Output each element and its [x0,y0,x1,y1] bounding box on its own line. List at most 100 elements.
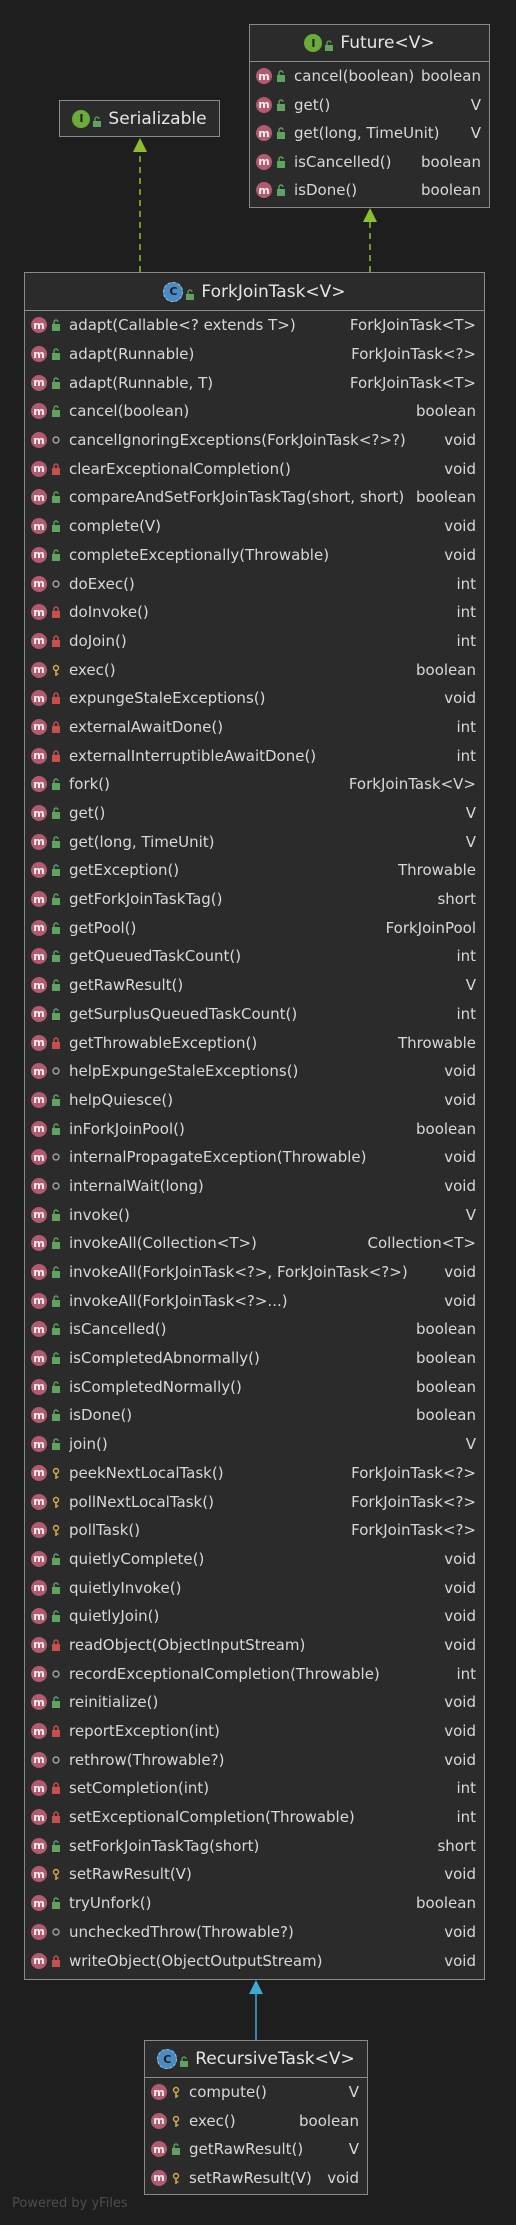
member-row[interactable]: m invokeAll(Collection<T>) Collection<T> [25,1229,484,1258]
protected-visibility-icon [170,2114,182,2128]
member-row[interactable]: m adapt(Runnable) ForkJoinTask<?> [25,340,484,369]
member-row[interactable]: m rethrow(Throwable?) void [25,1745,484,1774]
member-row[interactable]: m invokeAll(ForkJoinTask<?>...) void [25,1286,484,1315]
member-name: adapt(Runnable) [69,345,195,364]
member-row[interactable]: m reportException(int) void [25,1717,484,1746]
method-icon: m [31,1321,47,1338]
member-row[interactable]: m getForkJoinTaskTag() short [25,885,484,914]
member-row[interactable]: m exec() boolean [145,2107,367,2136]
member-row[interactable]: m getRawResult() V [25,971,484,1000]
member-type: ForkJoinTask<?> [351,345,476,364]
method-icon: m [31,718,47,735]
member-type: int [456,746,476,765]
member-row[interactable]: m isCancelled() boolean [250,148,489,177]
member-row[interactable]: m readObject(ObjectInputStream) void [25,1631,484,1660]
member-row[interactable]: m getThrowableException() Throwable [25,1028,484,1057]
member-row[interactable]: m quietlyInvoke() void [25,1573,484,1602]
member-row[interactable]: m compute() V [145,2078,367,2107]
member-row[interactable]: m isCancelled() boolean [25,1315,484,1344]
member-row[interactable]: m adapt(Callable<? extends T>) ForkJoinTas… [25,311,484,340]
member-row[interactable]: m setRawResult(V) void [145,2164,367,2193]
member-row[interactable]: m quietlyJoin() void [25,1602,484,1631]
member-name: cancel(boolean) [294,67,414,86]
member-row[interactable]: m internalPropagateException(Throwable) vo… [25,1143,484,1172]
member-row[interactable]: m quietlyComplete() void [25,1545,484,1574]
member-row[interactable]: m invoke() V [25,1200,484,1229]
member-row[interactable]: m cancelIgnoringExceptions(ForkJoinTask<?… [25,426,484,455]
member-row[interactable]: m get(long, TimeUnit) V [25,827,484,856]
method-icon: m [31,948,47,965]
member-row[interactable]: m exec() boolean [25,655,484,684]
method-icon: m [31,1550,47,1567]
protected-visibility-icon [50,663,62,677]
recursivetask-class[interactable]: C RecursiveTask<V> m compute() Vm exec() boo… [144,2040,368,2195]
member-row[interactable]: m complete(V) void [25,512,484,541]
member-row[interactable]: m getException() Throwable [25,856,484,885]
member-row[interactable]: m compareAndSetForkJoinTaskTag(short, sho… [25,483,484,512]
member-row[interactable]: m join() V [25,1430,484,1459]
member-row[interactable]: m get(long, TimeUnit) V [250,119,489,148]
member-row[interactable]: m get() V [25,799,484,828]
serializable-interface[interactable]: I Serializable [59,100,220,137]
method-icon: m [31,1034,47,1051]
member-row[interactable]: m adapt(Runnable, T) ForkJoinTask<T> [25,368,484,397]
member-row[interactable]: m helpQuiesce() void [25,1086,484,1115]
method-icon: m [31,604,47,621]
forkjointask-class[interactable]: C ForkJoinTask<V> m adapt(Callable<? exte… [24,272,485,1980]
member-row[interactable]: m pollNextLocalTask() ForkJoinTask<?> [25,1487,484,1516]
future-interface[interactable]: I Future<V> m cancel(boolean) boolean m get(… [249,24,490,208]
member-row[interactable]: m setExceptionalCompletion(Throwable) int [25,1803,484,1832]
method-icon: m [31,1206,47,1223]
member-type: Throwable [397,1033,476,1052]
member-row[interactable]: m clearExceptionalCompletion() void [25,454,484,483]
method-icon: m [31,1091,47,1108]
member-row[interactable]: m expungeStaleExceptions() void [25,684,484,713]
member-row[interactable]: m setForkJoinTaskTag(short) short [25,1831,484,1860]
member-row[interactable]: m isCompletedNormally() boolean [25,1372,484,1401]
member-row[interactable]: m get() V [250,91,489,120]
member-row[interactable]: m externalAwaitDone() int [25,713,484,742]
member-row[interactable]: m setRawResult(V) void [25,1860,484,1889]
member-row[interactable]: m tryUnfork() boolean [25,1889,484,1918]
member-row[interactable]: m writeObject(ObjectOutputStream) void [25,1946,484,1975]
method-icon: m [31,1407,47,1424]
member-row[interactable]: m peekNextLocalTask() ForkJoinTask<?> [25,1459,484,1488]
member-row[interactable]: m inForkJoinPool() boolean [25,1114,484,1143]
member-name: isCompletedAbnormally() [69,1349,260,1368]
member-row[interactable]: m doJoin() int [25,627,484,656]
member-row[interactable]: m invokeAll(ForkJoinTask<?>, ForkJoinTask… [25,1258,484,1287]
member-row[interactable]: m doExec() int [25,569,484,598]
member-type: boolean [416,1406,476,1425]
member-row[interactable]: m getSurplusQueuedTaskCount() int [25,1000,484,1029]
member-row[interactable]: m getRawResult() V [145,2135,367,2164]
public-visibility-icon [50,519,62,533]
member-name: doExec() [69,574,135,593]
public-visibility-icon [50,490,62,504]
member-type: ForkJoinTask<V> [348,775,476,794]
member-row[interactable]: m uncheckedThrow(Throwable?) void [25,1918,484,1947]
member-row[interactable]: m cancel(boolean) boolean [250,62,489,91]
member-row[interactable]: m getPool() ForkJoinPool [25,913,484,942]
method-icon: m [31,1895,47,1912]
method-icon: m [31,1522,47,1539]
member-row[interactable]: m cancel(boolean) boolean [25,397,484,426]
public-visibility-icon [50,318,62,332]
member-row[interactable]: m externalInterruptibleAwaitDone() int [25,741,484,770]
member-row[interactable]: m doInvoke() int [25,598,484,627]
member-row[interactable]: m getQueuedTaskCount() int [25,942,484,971]
member-row[interactable]: m reinitialize() void [25,1688,484,1717]
member-row[interactable]: m setCompletion(int) int [25,1774,484,1803]
member-row[interactable]: m isDone() boolean [250,176,489,205]
member-row[interactable]: m isDone() boolean [25,1401,484,1430]
member-row[interactable]: m fork() ForkJoinTask<V> [25,770,484,799]
member-name: expungeStaleExceptions() [69,689,266,708]
public-visibility-icon [50,1322,62,1336]
member-row[interactable]: m helpExpungeStaleExceptions() void [25,1057,484,1086]
public-visibility-icon [50,1294,62,1308]
member-row[interactable]: m completeExceptionally(Throwable) void [25,541,484,570]
member-type: V [348,2140,359,2159]
member-row[interactable]: m recordExceptionalCompletion(Throwable) i… [25,1659,484,1688]
member-row[interactable]: m pollTask() ForkJoinTask<?> [25,1516,484,1545]
member-row[interactable]: m isCompletedAbnormally() boolean [25,1344,484,1373]
member-row[interactable]: m internalWait(long) void [25,1172,484,1201]
